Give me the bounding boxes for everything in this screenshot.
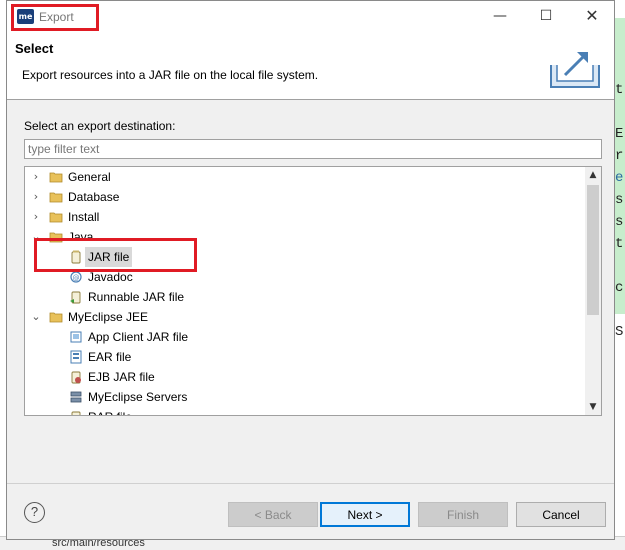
back-button[interactable]: < Back [228,502,318,527]
help-icon[interactable]: ? [24,502,45,523]
editor-char: e [615,170,624,186]
maximize-button[interactable]: ☐ [523,1,569,33]
tree-item-database[interactable]: › Database [25,187,585,207]
page-description: Export resources into a JAR file on the … [22,68,319,82]
finish-button[interactable]: Finish [418,502,508,527]
tree-item-label: Runnable JAR file [88,290,185,304]
tree-item-myeclipse-servers[interactable]: MyEclipse Servers [25,387,585,407]
tree-item-label: Database [68,190,120,204]
tree-item-myeclipse-jee[interactable]: ⌄ MyEclipse JEE [25,307,585,327]
tree-item-ear-file[interactable]: EAR file [25,347,585,367]
footer-divider [7,483,614,484]
tree-item-runnable-jar[interactable]: Runnable JAR file [25,287,585,307]
tree-item-app-client-jar[interactable]: App Client JAR file [25,327,585,347]
servers-icon [70,391,82,403]
editor-char: c [615,280,624,296]
folder-icon [49,172,63,183]
cancel-button[interactable]: Cancel [516,502,606,527]
title-bar[interactable]: me Export — ☐ ✕ [7,1,614,33]
tree-item-label: MyEclipse JEE [68,310,149,324]
title-highlight-box [11,4,99,31]
tree-item-label: MyEclipse Servers [88,390,188,404]
scroll-down-icon[interactable]: ▼ [585,399,601,415]
tree-item-install[interactable]: › Install [25,207,585,227]
tree-item-label: EJB JAR file [88,370,155,384]
folder-open-icon [49,312,63,323]
svg-text:@: @ [73,274,80,282]
rar-icon [71,411,81,415]
destination-label: Select an export destination: [24,119,176,133]
editor-char: t [615,82,624,98]
folder-icon [49,192,63,203]
editor-char: t [615,236,624,252]
editor-char: E [615,126,624,142]
chevron-right-icon[interactable]: › [30,167,42,187]
runnable-jar-icon [70,291,81,304]
next-button[interactable]: Next > [320,502,410,527]
ear-icon [70,350,82,364]
close-button[interactable]: ✕ [569,1,615,33]
editor-char: s [615,192,624,208]
editor-char: r [615,148,624,164]
chevron-down-icon[interactable]: ⌄ [30,307,42,327]
minimize-button[interactable]: — [477,1,523,33]
chevron-right-icon[interactable]: › [30,187,42,207]
javadoc-icon: @ [70,271,82,283]
app-client-jar-icon [70,331,82,343]
tree-item-label: Install [68,210,100,224]
export-wizard-tree: › General › Database › Install ⌄ Java JA… [24,166,602,416]
page-title: Select [15,41,54,56]
tree-item-label: General [68,170,111,184]
folder-icon [49,212,63,223]
tree-scrollbar[interactable]: ▲ ▼ [585,167,601,415]
filter-input[interactable] [24,139,602,159]
editor-char: S [615,324,624,340]
tree-item-label: EAR file [88,350,132,364]
tree-item-ejb-jar[interactable]: EJB JAR file [25,367,585,387]
export-banner-icon [550,52,600,88]
editor-char: s [615,214,624,230]
wizard-header: Select Export resources into a JAR file … [7,33,614,100]
tree-item-general[interactable]: › General [25,167,585,187]
scroll-thumb[interactable] [587,185,599,315]
tree-item-rar-file[interactable]: RAR file [25,407,585,415]
export-dialog: me Export — ☐ ✕ Select Export resources … [6,0,615,540]
jar-file-highlight-box [34,238,197,272]
chevron-right-icon[interactable]: › [30,207,42,227]
scroll-up-icon[interactable]: ▲ [585,167,601,183]
tree-item-label: App Client JAR file [88,330,189,344]
tree-item-label: RAR file [88,407,132,415]
ejb-jar-icon [71,371,81,384]
